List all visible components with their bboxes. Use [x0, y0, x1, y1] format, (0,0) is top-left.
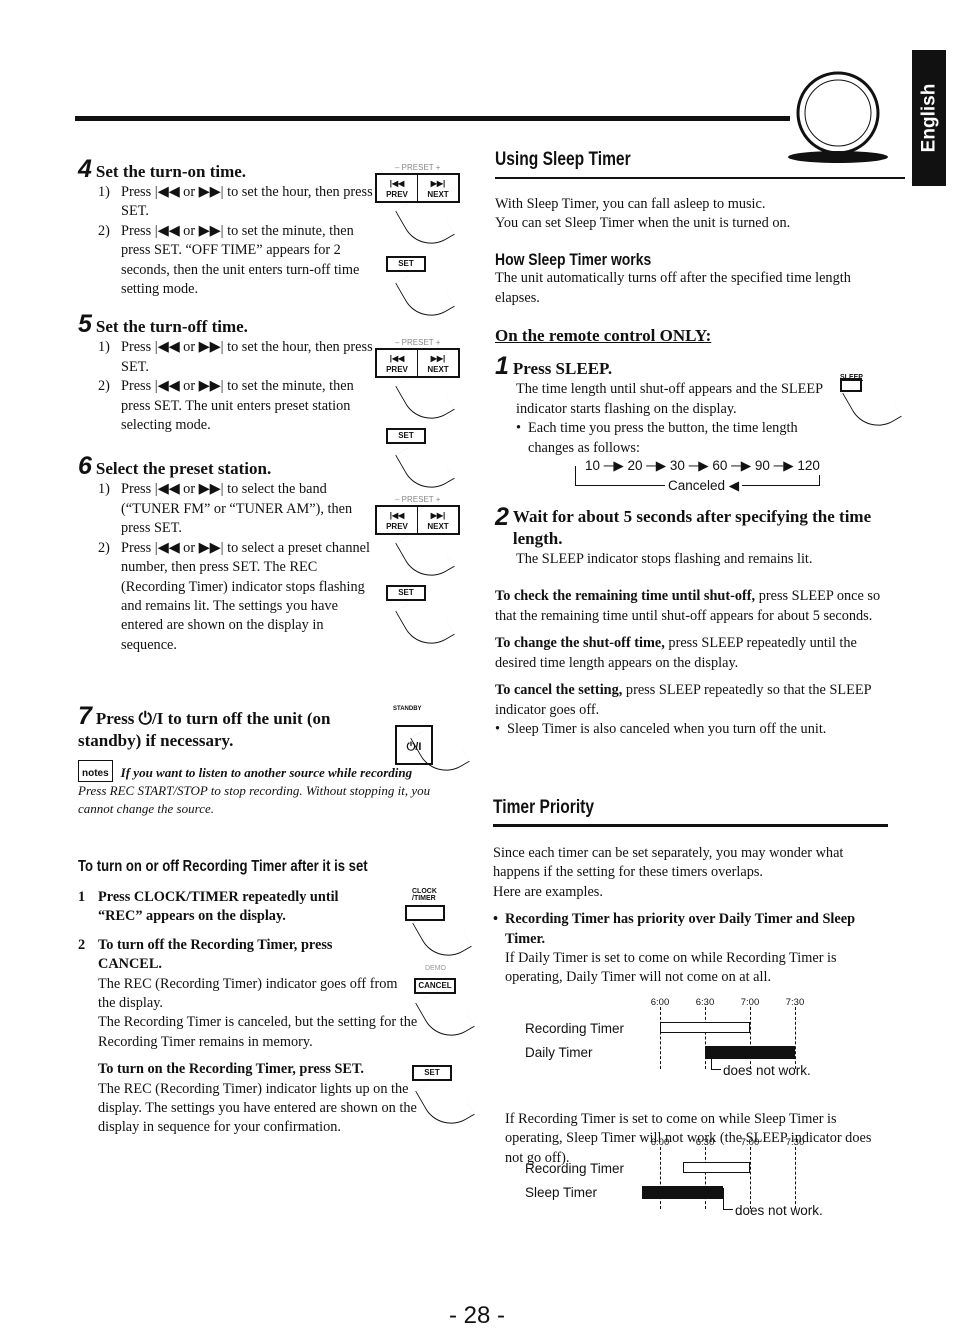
prev-next-buttons: |◀◀ PREV ▶▶| NEXT [375, 173, 460, 203]
heading-rule [493, 824, 888, 827]
timeline-chart-daily: 6:00 6:30 7:00 7:30 Recording Timer Daily Tim… [520, 993, 850, 1083]
annotation-line [723, 1188, 733, 1210]
step-7: 7 Press ⏻/I to turn off the unit (on stan… [78, 702, 331, 751]
sleep-timer-section: With Sleep Timer, you can fall asleep to… [495, 195, 885, 739]
recording-timer-heading: To turn on or off Recording Timer after … [78, 858, 368, 875]
standby-indicator: STANDBY [393, 706, 422, 712]
timer-priority-heading: Timer Priority [493, 797, 595, 818]
row-label: Recording Timer [525, 1021, 625, 1036]
prev-button-picture: |◀◀ PREV [377, 350, 418, 376]
top-rule [75, 116, 790, 121]
tick-line [660, 1007, 661, 1069]
annotation-line [711, 1048, 721, 1070]
notes: notes If you want to listen to another s… [78, 760, 468, 818]
step-4: 4 Set the turn-on time. 1) Press |◀◀ or ▶▶… [78, 155, 373, 298]
annotation: does not work. [735, 1203, 823, 1218]
timer-bar [660, 1022, 750, 1033]
prev-next-buttons: |◀◀ PREV ▶▶| NEXT [375, 348, 460, 378]
sleep-timer-heading: Using Sleep Timer [495, 149, 631, 170]
timer-bar [642, 1186, 723, 1199]
next-button-picture: ▶▶| NEXT [427, 354, 449, 374]
prev-button-picture: |◀◀ PREV [377, 507, 418, 533]
set-button-picture: SET [412, 1065, 452, 1081]
sleep-cycle-diagram: 10 ─▶ 20 ─▶ 30 ─▶ 60 ─▶ 90 ─▶ 120 Cancel… [575, 457, 885, 498]
clock-timer-button-picture [405, 905, 445, 921]
tick-line [705, 1147, 706, 1209]
clock-timer-label: CLOCK /TIMER [412, 888, 437, 902]
tick-line [660, 1147, 661, 1209]
row-label: Daily Timer [525, 1045, 593, 1060]
tick-line [750, 1007, 751, 1069]
recording-timer-section: 1 Press CLOCK/TIMER repeatedly until “REC… [78, 889, 418, 1136]
language-tab: English [912, 50, 946, 186]
cancel-button-picture: CANCEL [414, 978, 456, 994]
timer-bar [682, 1162, 750, 1173]
annotation: does not work. [723, 1063, 811, 1078]
alarm-clock-illustration [788, 71, 888, 163]
page-number: - 28 - [448, 1302, 505, 1329]
demo-label: DEMO [425, 965, 446, 972]
row-label: Sleep Timer [525, 1185, 598, 1200]
tick-line [795, 1147, 796, 1209]
tick-line [705, 1007, 706, 1069]
prev-next-buttons: |◀◀ PREV ▶▶| NEXT [375, 505, 460, 535]
timeline-chart-sleep: 6:00 6:30 7:00 7:30 Recording Timer Sleep Tim… [520, 1133, 850, 1223]
heading-rule [495, 177, 905, 179]
step-6: 6 Select the preset station. 1) Press |◀◀ … [78, 452, 370, 653]
row-label: Recording Timer [525, 1161, 625, 1176]
step-5: 5 Set the turn-off time. 1) Press |◀◀ or ▶… [78, 310, 373, 434]
notes-logo-icon: notes [78, 760, 113, 782]
next-button-picture: ▶▶| NEXT [427, 511, 449, 531]
tick-line [795, 1007, 796, 1069]
tick-line [750, 1147, 751, 1209]
prev-button-picture: |◀◀ PREV [377, 175, 418, 201]
next-button-picture: ▶▶| NEXT [427, 179, 449, 199]
